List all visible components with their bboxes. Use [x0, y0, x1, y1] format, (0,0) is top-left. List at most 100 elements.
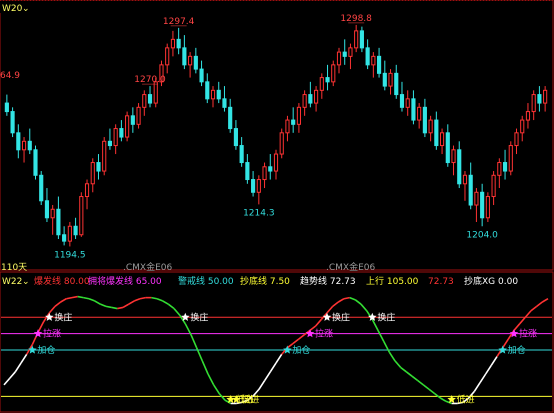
- indicator-segment: [151, 296, 158, 300]
- candle-body: [79, 196, 84, 236]
- price-extreme-label: 1204.0: [466, 230, 498, 240]
- candle-body: [210, 89, 216, 100]
- candle-body: [279, 132, 284, 155]
- candle-body: [497, 162, 502, 176]
- signal-label: 加仓: [37, 344, 55, 356]
- candle-body: [119, 128, 124, 138]
- legend-entry: 警戒线 50.00: [178, 275, 234, 287]
- indicator-segment: [417, 379, 424, 386]
- candle-body: [222, 98, 227, 108]
- indicator-segment: [411, 375, 419, 382]
- candle-body: [445, 132, 450, 164]
- signal-label: 拉涨: [315, 328, 333, 340]
- candle-body: [50, 208, 55, 219]
- candle-body: [354, 30, 359, 49]
- indicator-segment: [428, 388, 436, 395]
- indicator-segment: [48, 305, 56, 314]
- panel-name-label: W20: [2, 4, 23, 14]
- peak-labels-group: 1297.4 1298.8 1270.0 64.9 1194.5 1214.3 1204.0: [0, 14, 498, 261]
- candle-body: [113, 128, 118, 147]
- indicator-segment: [156, 297, 163, 302]
- indicator-segment: [536, 301, 543, 307]
- candle-body: [33, 149, 38, 176]
- indicator-segment: [139, 296, 146, 300]
- candle-body: [90, 162, 95, 185]
- indicator-segment: [298, 334, 305, 340]
- candle-body: [319, 77, 324, 91]
- indicator-segment: [439, 397, 447, 402]
- candle-body: [147, 94, 153, 104]
- candle-body: [239, 145, 244, 164]
- candle-body: [331, 64, 336, 83]
- candle-body: [96, 162, 101, 172]
- candle-body: [285, 119, 290, 134]
- indicator-segment: [405, 371, 413, 377]
- candle-body: [348, 47, 353, 57]
- indicator-segment: [83, 296, 90, 300]
- indicator-segment: [388, 351, 396, 362]
- indicator-segment: [71, 295, 78, 299]
- indicator-segment: [332, 301, 339, 307]
- chevron-down-icon[interactable]: ⌄: [22, 4, 30, 14]
- indicator-segment: [343, 296, 350, 300]
- indicator-segment: [60, 298, 67, 303]
- candle-body: [359, 30, 364, 49]
- indicator-segment: [66, 296, 73, 300]
- candle-body: [308, 94, 313, 104]
- legend-entry: 抄底XG 0.00: [464, 275, 518, 287]
- indicator-segment: [54, 301, 62, 307]
- candle-body: [84, 183, 90, 198]
- indicator-segment: [77, 295, 84, 299]
- candle-body: [468, 174, 473, 206]
- candle-body: [165, 47, 170, 66]
- candle-body: [176, 38, 181, 49]
- star-icon: [322, 312, 332, 321]
- candles-group: [4, 24, 548, 247]
- candle-body: [405, 98, 410, 108]
- signal-markers: 换庄 换庄 换庄 换庄拉涨 拉涨 拉涨加仓 加仓 加仓低进低进 低进: [28, 311, 537, 405]
- indicator-segment: [20, 353, 28, 364]
- indicator-segment: [105, 305, 112, 309]
- star-icon: [305, 329, 315, 338]
- candle-body: [67, 225, 72, 242]
- candle-body: [170, 38, 176, 49]
- signal-label: 换庄: [377, 311, 395, 323]
- candle-body: [291, 119, 296, 125]
- indicator-segment: [100, 303, 107, 308]
- indicator-segment: [122, 303, 130, 309]
- candle-body: [531, 94, 536, 113]
- candle-body: [39, 174, 44, 202]
- candle-body: [314, 89, 319, 104]
- candle-body: [399, 94, 405, 108]
- indicator-segment: [337, 298, 345, 303]
- symbol-watermark-1: .CMX金E06: [123, 261, 172, 273]
- candle-body: [296, 106, 301, 125]
- signal-label: 低进: [241, 393, 259, 405]
- indicator-segment: [184, 323, 192, 336]
- signal-label: 换庄: [54, 311, 72, 323]
- price-extreme-label: 1194.5: [54, 250, 86, 260]
- star-icon: [33, 329, 43, 338]
- indicator-segment: [258, 380, 266, 390]
- candle-body: [485, 196, 490, 219]
- candle-body: [193, 55, 198, 70]
- candle-body: [462, 174, 468, 185]
- candle-body: [216, 89, 221, 100]
- legend-entry: 爆发线 80.00: [34, 275, 90, 287]
- candle-body: [520, 119, 525, 134]
- candle-body: [394, 72, 399, 96]
- signal-label: 加仓: [292, 344, 310, 356]
- indicator-segment: [162, 300, 169, 305]
- indicator-segment: [382, 340, 391, 353]
- candle-body: [268, 166, 273, 172]
- candle-body: [251, 179, 256, 193]
- legend-entry: 拥将爆发线 65.00: [88, 275, 162, 287]
- chevron-down-icon[interactable]: ⌄: [22, 277, 30, 287]
- candle-body: [451, 149, 456, 164]
- indicator-segment: [541, 298, 549, 303]
- signal-label: 低进: [457, 393, 475, 405]
- candle-body: [245, 162, 250, 181]
- signal-label: 加仓: [508, 344, 526, 356]
- legend-entry: 趋势线 72.73: [300, 275, 356, 287]
- candle-body: [233, 128, 238, 147]
